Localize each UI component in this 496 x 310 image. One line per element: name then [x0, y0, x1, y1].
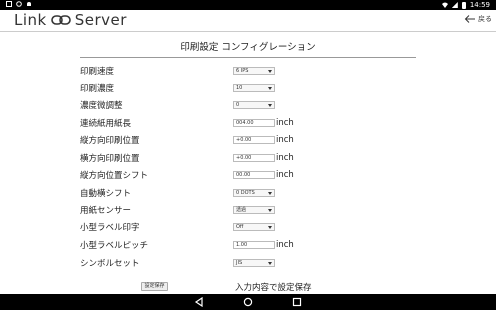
setting-label: 小型ラベルピッチ	[80, 241, 149, 251]
notification-icon	[6, 1, 12, 7]
setting-label: 用紙センサー	[80, 206, 132, 216]
symbol-set-select[interactable]: JIS	[233, 259, 275, 267]
settings-panel: 印刷設定 コンフィグレーション 印刷速度 6 IPS 印刷濃度 10 濃度微調整…	[80, 32, 416, 294]
app-logo: Link Server	[14, 11, 127, 29]
unit-label: inch	[276, 153, 294, 163]
signal-icon	[451, 2, 458, 8]
setting-row-media-sensor: 用紙センサー 透過	[80, 203, 275, 217]
setting-row-auto-horizontal-shift: 自動横シフト 0 DOTS	[80, 186, 275, 200]
page-title: 印刷設定 コンフィグレーション	[80, 39, 416, 58]
setting-label: 連続紙用紙長	[80, 119, 132, 129]
print-darkness-select[interactable]: 10	[233, 84, 275, 92]
setting-label: 縦方向位置シフト	[80, 171, 149, 181]
system-nav-bar	[0, 294, 496, 310]
chevron-down-icon	[268, 192, 272, 195]
save-note-text: 入力内容で設定保存	[235, 283, 312, 293]
setting-row-horizontal-position: 横方向印刷位置 +0.00 inch	[80, 151, 294, 165]
auto-horizontal-shift-select[interactable]: 0 DOTS	[233, 189, 275, 197]
chevron-down-icon	[268, 209, 272, 212]
nav-home-icon[interactable]	[243, 297, 253, 307]
print-speed-select[interactable]: 6 IPS	[233, 67, 275, 75]
setting-row-vertical-position: 縦方向印刷位置 +0.00 inch	[80, 133, 294, 147]
setting-row-print-speed: 印刷速度 6 IPS	[80, 64, 275, 78]
setting-row-continuous-length: 連続紙用紙長 004.00 inch	[80, 116, 294, 130]
logo-text-left: Link	[14, 11, 47, 29]
unit-label: inch	[276, 118, 294, 128]
setting-label: 濃度微調整	[80, 101, 123, 111]
back-arrow-icon	[464, 15, 475, 23]
darkness-adjust-select[interactable]: 0	[233, 101, 275, 109]
sync-icon	[16, 1, 22, 7]
setting-label: 印刷濃度	[80, 84, 115, 94]
unit-label: inch	[276, 135, 294, 145]
logo-text-right: Server	[74, 11, 127, 29]
nav-recents-icon[interactable]	[292, 297, 302, 307]
status-bar: 14:59	[0, 0, 496, 10]
vertical-shift-input[interactable]: 00.00	[233, 171, 275, 179]
small-label-pitch-input[interactable]: 1.00	[233, 241, 275, 249]
horizontal-position-input[interactable]: +0.00	[233, 154, 275, 162]
setting-row-darkness-adjust: 濃度微調整 0	[80, 98, 275, 112]
media-sensor-select[interactable]: 透過	[233, 206, 275, 214]
back-label: 戻る	[478, 15, 492, 23]
setting-label: 小型ラベル印字	[80, 223, 140, 233]
setting-row-symbol-set: シンボルセット JIS	[80, 256, 275, 270]
setting-row-small-label-pitch: 小型ラベルピッチ 1.00 inch	[80, 238, 294, 252]
setting-label: シンボルセット	[80, 259, 140, 269]
small-label-print-select[interactable]: Off	[233, 223, 275, 231]
setting-label: 自動横シフト	[80, 189, 132, 199]
nav-back-icon[interactable]	[194, 297, 204, 307]
chain-link-icon	[50, 15, 71, 25]
battery-icon	[461, 1, 466, 9]
setting-label: 印刷速度	[80, 67, 115, 77]
wifi-icon	[441, 2, 448, 8]
unit-label: inch	[276, 170, 294, 180]
setting-label: 横方向印刷位置	[80, 154, 140, 164]
setting-label: 縦方向印刷位置	[80, 136, 140, 146]
app-bar: Link Server 戻る	[0, 10, 496, 32]
chevron-down-icon	[268, 70, 272, 73]
save-settings-button[interactable]: 設定保存	[141, 282, 168, 291]
vertical-position-input[interactable]: +0.00	[233, 136, 275, 144]
chevron-down-icon	[268, 262, 272, 265]
setting-row-print-darkness: 印刷濃度 10	[80, 81, 275, 95]
chevron-down-icon	[268, 104, 272, 107]
continuous-length-input[interactable]: 004.00	[233, 119, 275, 127]
back-button[interactable]: 戻る	[464, 14, 492, 24]
notification-icons	[6, 1, 32, 7]
chevron-down-icon	[268, 87, 272, 90]
unit-label: inch	[276, 240, 294, 250]
clock: 14:59	[469, 1, 490, 9]
setting-row-small-label-print: 小型ラベル印字 Off	[80, 220, 275, 234]
setting-row-vertical-shift: 縦方向位置シフト 00.00 inch	[80, 168, 294, 182]
android-icon	[27, 2, 31, 6]
chevron-down-icon	[268, 226, 272, 229]
